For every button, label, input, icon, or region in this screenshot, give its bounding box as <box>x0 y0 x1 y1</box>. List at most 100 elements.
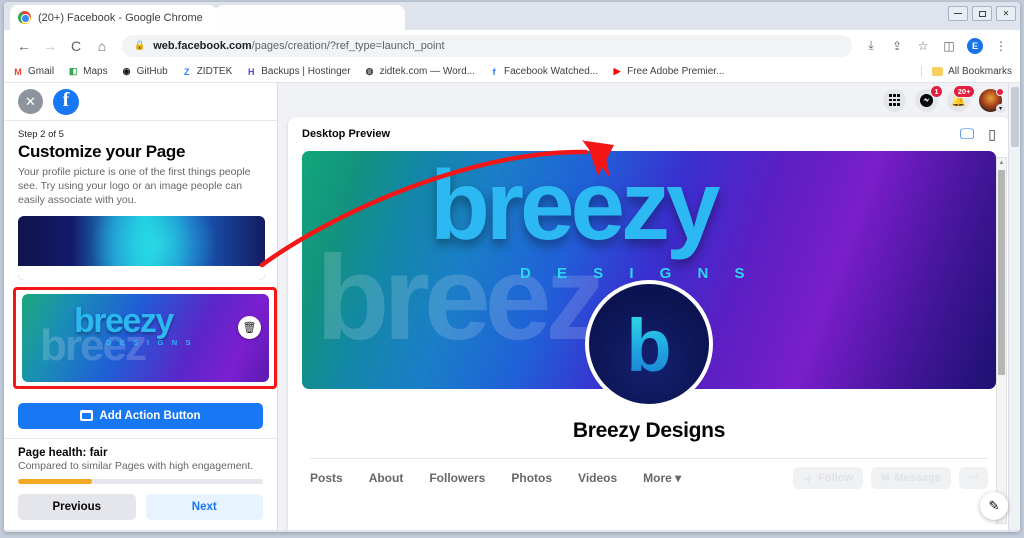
close-icon[interactable]: ✕ <box>18 89 43 114</box>
preview-area: 1 🔔 20+ ▾ Desktop Preview 🖵 ▯ breez bree… <box>278 83 1020 530</box>
wizard-footer: Page health: fair Compared to similar Pa… <box>4 437 277 531</box>
tab-more[interactable]: More ▾ <box>643 471 681 485</box>
profile-photo-thumbnail[interactable]: breez breezy D E S I G N S 🗑 <box>22 294 269 382</box>
window-scrollbar[interactable] <box>1008 83 1020 530</box>
bookmark-item[interactable]: H Backups | Hostinger <box>245 66 351 78</box>
page-profile-avatar[interactable]: b <box>585 280 713 408</box>
add-action-button-label: Add Action Button <box>99 409 201 422</box>
bookmark-item[interactable]: f Facebook Watched... <box>488 66 598 78</box>
preview-title: Desktop Preview <box>302 128 391 140</box>
profile-initial: E <box>967 37 983 54</box>
scrollbar-thumb[interactable] <box>998 170 1005 375</box>
notifications-bell-icon[interactable]: 🔔 20+ <box>947 84 975 112</box>
preview-scrollbar[interactable]: ▲ <box>996 157 1007 524</box>
bookmark-label: GitHub <box>136 66 168 77</box>
tab-videos[interactable]: Videos <box>578 471 617 485</box>
messenger-icon[interactable]: 1 <box>915 84 943 112</box>
page-health-subtitle: Compared to similar Pages with high enga… <box>18 459 254 472</box>
chrome-menu-icon[interactable]: ⋮ <box>990 35 1012 57</box>
bookmark-label: Maps <box>83 66 108 77</box>
grid-menu-icon[interactable] <box>883 88 906 112</box>
close-button[interactable]: ✕ <box>996 6 1016 21</box>
all-bookmarks-label: All Bookmarks <box>948 66 1012 77</box>
edit-fab-button[interactable]: ✎ <box>980 492 1008 520</box>
previous-button[interactable]: Previous <box>18 494 136 520</box>
image-thumbnail-list: breez breezy D E S I G N S 🗑 <box>13 216 277 389</box>
bookmarks-bar: M Gmail ◧ Maps ◉ GitHub Z ZIDTEK H Backups | Host… <box>4 61 1020 83</box>
bookmark-favicon: ◧ <box>68 66 78 76</box>
tab-photos[interactable]: Photos <box>511 471 552 485</box>
browser-tab-facebook[interactable]: (20+) Facebook - Google Chrome <box>10 5 217 30</box>
scroll-up-arrow[interactable]: ▲ <box>999 158 1005 168</box>
add-action-button[interactable]: Add Action Button <box>18 402 263 429</box>
thumb-brand-sub: D E S I G N S <box>106 338 194 347</box>
bookmark-item[interactable]: ◉ GitHub <box>121 66 168 78</box>
all-bookmarks-button[interactable]: All Bookmarks <box>921 66 1012 77</box>
window-titlebar: (20+) Facebook - Google Chrome ✕ <box>4 2 1020 30</box>
window-scrollbar-thumb[interactable] <box>1011 87 1019 147</box>
tab-strip: (20+) Facebook - Google Chrome <box>4 2 405 30</box>
chevron-down-icon: ▾ <box>996 103 1005 113</box>
action-button-icon <box>80 410 94 421</box>
bookmark-label: Facebook Watched... <box>503 66 599 77</box>
page-creation-wizard: ✕ f Step 2 of 5 Customize your Page Your… <box>4 83 278 530</box>
bookmark-favicon: H <box>248 66 255 77</box>
thumb-brand-text: breezy <box>74 302 174 340</box>
address-bar[interactable]: 🔒 web.facebook.com/pages/creation/?ref_t… <box>122 34 852 57</box>
bookmark-favicon: f <box>492 66 496 77</box>
tab-followers[interactable]: Followers <box>429 471 485 485</box>
follow-icon: ＋ <box>803 474 814 486</box>
message-button[interactable]: ✉ Message <box>871 467 951 489</box>
toolbar-right-icons: ⤓ ⇪ ☆ ◫ E ⋮ <box>860 35 1012 57</box>
bookmark-label: Backups | Hostinger <box>261 66 351 77</box>
tab-about[interactable]: About <box>369 471 404 485</box>
chrome-browser-window: (20+) Facebook - Google Chrome ✕ ← → C ⌂… <box>4 2 1020 532</box>
cover-photo-thumbnail[interactable] <box>18 216 265 280</box>
notifications-badge: 20+ <box>953 84 975 98</box>
wizard-description: Your profile picture is one of the first… <box>18 166 251 206</box>
back-icon[interactable]: ← <box>12 34 36 58</box>
message-label: Message <box>894 472 941 484</box>
page-nav-tabs: Posts About Followers Photos Videos More ▾ ＋ … <box>288 459 1010 489</box>
folder-icon <box>932 67 944 76</box>
tab-title: (20+) Facebook - Google Chrome <box>38 11 203 24</box>
side-panel-icon[interactable]: ◫ <box>938 35 960 57</box>
profile-avatar[interactable]: E <box>964 35 986 57</box>
url-host: web.facebook.com <box>153 39 252 52</box>
page-action-buttons: ＋ Follow ✉ Message ··· <box>793 467 988 489</box>
maximize-button[interactable] <box>972 6 992 21</box>
follow-button[interactable]: ＋ Follow <box>793 467 864 489</box>
overflow-menu-button[interactable]: ··· <box>959 467 988 489</box>
wizard-header: ✕ f <box>4 83 277 121</box>
page-name: Breezy Designs <box>572 419 726 442</box>
bookmark-item[interactable]: ◍ zidtek.com — Word... <box>364 66 475 78</box>
install-icon[interactable]: ⤓ <box>860 35 882 57</box>
bookmark-label: zidtek.com — Word... <box>379 66 475 77</box>
avatar-status-dot <box>996 87 1004 96</box>
page-health-progress-fill <box>18 479 92 484</box>
minimize-button[interactable] <box>948 6 968 21</box>
lock-icon: 🔒 <box>134 40 146 50</box>
forward-icon[interactable]: → <box>38 34 62 58</box>
bookmark-item[interactable]: ◧ Maps <box>67 66 108 78</box>
mobile-view-icon[interactable]: ▯ <box>988 127 996 141</box>
step-indicator: Step 2 of 5 <box>18 129 64 140</box>
banner-ghost-text: breez <box>316 231 605 365</box>
bookmark-item[interactable]: Z ZIDTEK <box>181 66 232 78</box>
avatar[interactable]: ▾ <box>979 87 1005 113</box>
home-icon[interactable]: ⌂ <box>90 34 114 58</box>
desktop-view-icon[interactable]: 🖵 <box>960 127 974 142</box>
reload-icon[interactable]: C <box>64 34 88 58</box>
bookmark-item[interactable]: M Gmail <box>12 66 54 78</box>
avatar-letter: b <box>626 304 672 387</box>
preview-scroll-region: breez breezy D E S I G N S b Breezy Desi… <box>288 151 1010 530</box>
bookmark-favicon: ◍ <box>365 66 374 76</box>
tab-posts[interactable]: Posts <box>310 471 343 485</box>
delete-photo-button[interactable]: 🗑 <box>238 316 261 339</box>
bookmark-item[interactable]: ▶ Free Adobe Premier... <box>611 66 725 78</box>
page-health-progress <box>18 479 263 484</box>
share-icon[interactable]: ⇪ <box>886 35 908 57</box>
bookmark-star-icon[interactable]: ☆ <box>912 35 934 57</box>
next-button[interactable]: Next <box>145 494 263 520</box>
wizard-body: Step 2 of 5 Customize your Page Your pro… <box>4 121 277 395</box>
